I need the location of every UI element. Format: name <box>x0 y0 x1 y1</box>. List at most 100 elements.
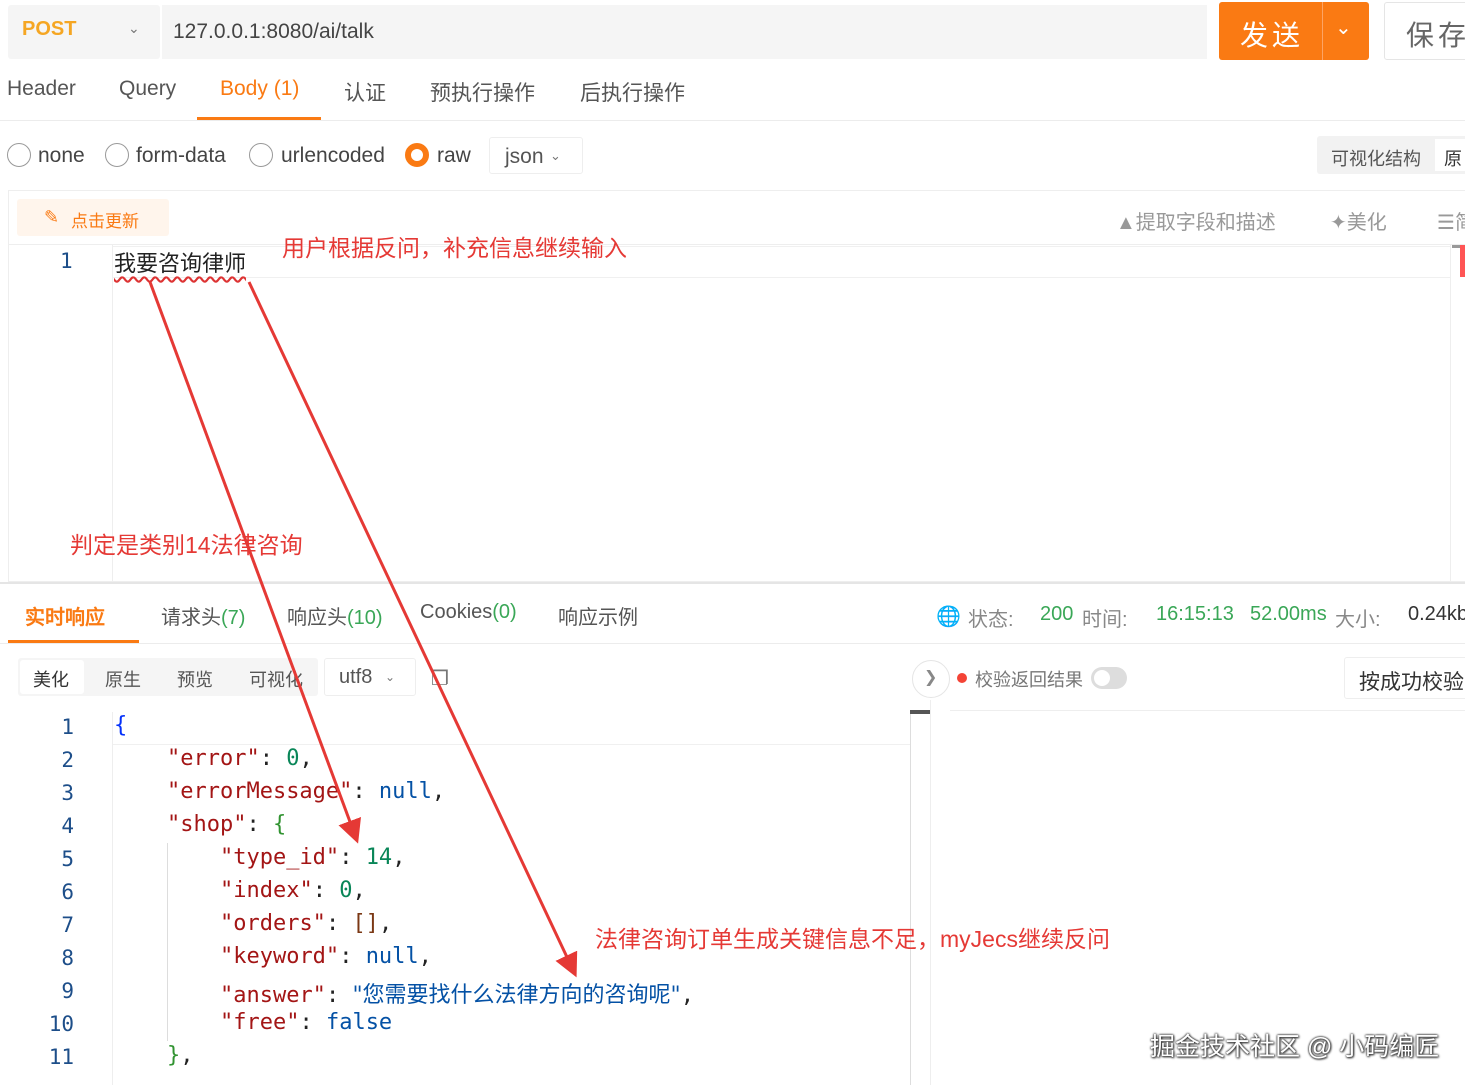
chevron-down-icon: ⌄ <box>385 670 396 684</box>
tab-header[interactable]: Header <box>7 77 76 101</box>
code-line: "answer": "您需要找什么法律方向的咨询呢", <box>219 983 694 1008</box>
duration-value: 52.00ms <box>1250 603 1327 625</box>
json-key: "shop" <box>166 812 247 837</box>
line-number: 10 <box>48 1012 74 1036</box>
line-number: 11 <box>48 1045 74 1069</box>
json-value: 0 <box>286 746 300 771</box>
code-scrollbar-thumb[interactable] <box>910 710 930 714</box>
simplify-button[interactable]: ☰简 <box>1437 206 1465 235</box>
editor-toolbar-divider <box>8 244 1465 245</box>
editor-error-marker <box>1460 245 1465 277</box>
line-number: 3 <box>61 781 74 805</box>
json-value: "您需要找什么法律方向的咨询呢" <box>352 983 681 1008</box>
tab-live-response[interactable]: 实时响应 <box>25 601 105 630</box>
extract-fields-button[interactable]: ▲提取字段和描述 <box>1116 206 1276 235</box>
line-number: 8 <box>61 946 74 970</box>
tab-query[interactable]: Query <box>119 77 176 101</box>
visual-structure-label: 可视化结构 <box>1331 149 1421 169</box>
radio-form-data-label: form-data <box>136 144 226 167</box>
tab-response-headers[interactable]: 响应头(10) <box>287 601 383 630</box>
validate-status-dot <box>957 673 967 683</box>
tab-response-headers-label: 响应头 <box>287 607 347 629</box>
line-number: 7 <box>61 913 74 937</box>
radio-none-label: none <box>38 144 85 167</box>
tabs-divider <box>0 643 1465 644</box>
json-key: "type_id" <box>219 845 340 870</box>
code-line: "keyword": null, <box>219 944 432 969</box>
tab-auth[interactable]: 认证 <box>344 77 386 107</box>
editor-scrollbar-track[interactable] <box>1450 245 1451 582</box>
globe-icon: 🌐 <box>936 606 961 628</box>
code-line: "type_id": 14, <box>219 845 406 870</box>
radio-raw-label: raw <box>437 144 471 167</box>
code-line: { <box>114 713 128 738</box>
request-body-text[interactable]: 我要咨询律师 <box>114 246 246 278</box>
tab-post-script[interactable]: 后执行操作 <box>580 77 685 107</box>
tab-request-headers[interactable]: 请求头(7) <box>161 601 245 630</box>
tab-cookies[interactable]: Cookies(0) <box>420 601 517 624</box>
code-line: "error": 0, <box>166 746 313 771</box>
json-key: "orders" <box>219 911 326 936</box>
time-label: 时间: <box>1082 609 1128 631</box>
line-number: 5 <box>61 847 74 871</box>
right-panel-divider <box>930 700 931 1085</box>
simplify-label: 简 <box>1454 212 1465 234</box>
json-key: "answer" <box>219 983 326 1008</box>
panel-divider[interactable] <box>0 582 1465 584</box>
tab-response-headers-count: (10) <box>347 607 383 629</box>
code-line: "orders": [], <box>219 911 393 936</box>
view-beautify[interactable]: 美化 <box>33 666 69 692</box>
copy-icon[interactable]: ❐ <box>431 666 449 691</box>
tab-response-examples[interactable]: 响应示例 <box>558 601 638 630</box>
extract-fields-label: 提取字段和描述 <box>1135 212 1276 234</box>
raw-view-label: 原 <box>1444 149 1462 169</box>
radio-none[interactable] <box>7 143 31 167</box>
right-panel-header-divider <box>950 710 1465 711</box>
status-value: 200 <box>1040 603 1074 625</box>
tab-pre-script[interactable]: 预执行操作 <box>430 77 535 107</box>
json-value: false <box>325 1010 393 1035</box>
code-line: }, <box>166 1043 194 1068</box>
annotation-category: 判定是类别14法律咨询 <box>70 532 303 558</box>
tab-body-label: Body <box>220 77 268 100</box>
code-scrollbar-track[interactable] <box>910 712 911 1085</box>
chevron-down-icon: ⌄ <box>128 20 140 36</box>
json-key: "errorMessage" <box>166 779 353 804</box>
line-number: 9 <box>61 979 74 1003</box>
json-key: "error" <box>166 746 260 771</box>
send-options-chevron-icon[interactable]: ⌄ <box>1335 15 1352 40</box>
json-key: "free" <box>219 1010 300 1035</box>
json-value: 0 <box>339 878 353 903</box>
tab-body[interactable]: Body (1) <box>220 77 299 101</box>
beautify-button[interactable]: ✦美化 <box>1330 206 1387 235</box>
size-label: 大小: <box>1335 609 1381 631</box>
code-line: "errorMessage": null, <box>166 779 446 804</box>
chevron-down-icon: ⌄ <box>550 148 561 163</box>
line-number: 6 <box>61 880 74 904</box>
validate-toggle-knob <box>1094 670 1110 686</box>
view-visual[interactable]: 可视化 <box>249 666 303 692</box>
json-value: null <box>365 944 419 969</box>
status-label: 状态: <box>968 609 1014 631</box>
size-value: 0.24kb <box>1408 603 1465 625</box>
time-value: 16:15:13 <box>1156 603 1234 625</box>
radio-raw[interactable] <box>405 143 429 167</box>
json-value: [] <box>352 911 379 936</box>
tabs-divider <box>0 120 1465 121</box>
format-select-label: json <box>505 145 544 168</box>
view-preview[interactable]: 预览 <box>177 666 213 692</box>
code-line: "shop": { <box>166 812 287 837</box>
beautify-label: 美化 <box>1346 212 1387 234</box>
encoding-label: utf8 <box>339 666 373 688</box>
send-button-label: 发送 <box>1240 20 1305 51</box>
radio-urlencoded[interactable] <box>249 143 273 167</box>
tab-cookies-count: (0) <box>492 601 517 623</box>
tab-request-headers-count: (7) <box>221 607 246 629</box>
view-raw[interactable]: 原生 <box>105 666 141 692</box>
tab-request-headers-label: 请求头 <box>161 607 221 629</box>
radio-form-data[interactable] <box>105 143 129 167</box>
annotation-insufficient: 法律咨询订单生成关键信息不足，myJecs继续反问 <box>595 926 1110 952</box>
tab-body-count: (1) <box>273 77 300 100</box>
url-input[interactable] <box>162 5 1207 59</box>
tab-cookies-label: Cookies <box>420 601 493 623</box>
